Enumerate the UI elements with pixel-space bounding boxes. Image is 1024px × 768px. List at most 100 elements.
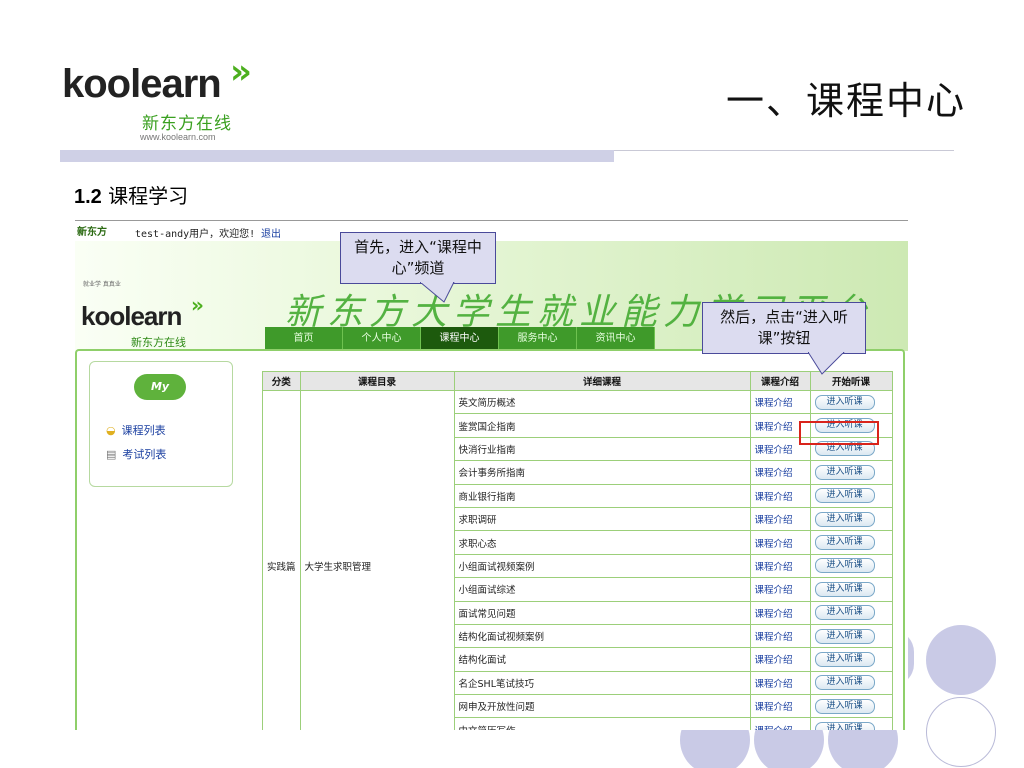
course-intro-link[interactable]: 课程介绍 (755, 609, 793, 620)
document-icon: ▤ (106, 447, 117, 461)
callout-step-one-tail (420, 282, 455, 303)
enter-listen-button[interactable]: 进入听课 (814, 651, 875, 667)
nav-tab-news[interactable]: 资讯中心 (577, 327, 655, 351)
koolearn-logo: koolearn » 新东方在线 www.koolearn.com (62, 52, 262, 147)
listen-cell: 进入听课 (809, 577, 893, 602)
nav-tab-service[interactable]: 服务中心 (499, 327, 577, 351)
slide-title: 一、课程中心 (725, 79, 966, 123)
course-name-cell: 求职心态 (453, 530, 751, 555)
course-intro-link[interactable]: 课程介绍 (755, 726, 793, 730)
enter-listen-button[interactable]: 进入听课 (814, 698, 875, 714)
logout-link[interactable]: 退出 (261, 225, 281, 240)
course-intro-link[interactable]: 课程介绍 (755, 445, 793, 456)
intro-cell: 课程介绍 (749, 389, 811, 415)
intro-cell: 课程介绍 (749, 647, 811, 672)
nav-tab-home[interactable]: 首页 (265, 327, 343, 351)
intro-cell: 课程介绍 (749, 600, 811, 625)
course-intro-link[interactable]: 课程介绍 (755, 492, 793, 503)
title-underline-bar (60, 150, 614, 162)
decor-circle (926, 625, 996, 695)
title-rule (614, 150, 954, 151)
course-name-cell: 快消行业指南 (453, 436, 751, 462)
folder-icon: ◒ (106, 423, 116, 437)
course-name-cell: 中文简历写作 (453, 717, 751, 730)
listen-cell: 进入听课 (809, 460, 893, 485)
course-intro-link[interactable]: 课程介绍 (755, 539, 793, 550)
listen-cell: 进入听课 (809, 553, 893, 579)
course-name-cell: 会计事务所指南 (453, 460, 751, 485)
enter-listen-button[interactable]: 进入听课 (814, 488, 875, 504)
enter-listen-button[interactable]: 进入听课 (814, 558, 875, 574)
main-nav: 首页 个人中心 课程中心 服务中心 资讯中心 (265, 327, 655, 351)
course-name-cell: 面试常见问题 (453, 600, 751, 625)
banner-chevron-icon: » (191, 293, 204, 317)
listen-cell: 进入听课 (809, 530, 893, 555)
banner-brand[interactable]: koolearn (81, 301, 182, 332)
intro-cell: 课程介绍 (749, 717, 811, 730)
nav-tab-courses[interactable]: 课程中心 (421, 327, 499, 351)
banner-small-tag: 就业学 真真业 (83, 281, 121, 288)
website-screenshot: 新东方 test-andy用户，欢迎您! 退出 就业学 真真业 koolearn… (75, 220, 908, 730)
nav-tab-personal[interactable]: 个人中心 (343, 327, 421, 351)
course-name-cell: 小组面试视频案例 (453, 553, 751, 579)
enter-listen-button[interactable]: 进入听课 (814, 605, 875, 621)
col-header-directory: 课程目录 (299, 371, 455, 391)
sidebar-item-label: 课程列表 (121, 424, 166, 437)
col-header-detail: 详细课程 (453, 371, 751, 391)
course-intro-link[interactable]: 课程介绍 (755, 702, 793, 713)
course-name-cell: 名企SHL笔试技巧 (453, 670, 751, 696)
sidebar-item-course-list[interactable]: ◒ 课程列表 (106, 422, 166, 438)
course-intro-link[interactable]: 课程介绍 (755, 562, 793, 573)
callout-step-two-tail (808, 352, 845, 375)
listen-cell: 进入听课 (809, 670, 893, 696)
logo-cn-text: 新东方在线 (142, 114, 232, 134)
enter-listen-button[interactable]: 进入听课 (814, 722, 875, 730)
course-intro-link[interactable]: 课程介绍 (755, 422, 793, 433)
enter-listen-button[interactable]: 进入听课 (814, 675, 875, 691)
intro-cell: 课程介绍 (749, 483, 811, 508)
listen-cell: 进入听课 (809, 389, 893, 415)
listen-cell: 进入听课 (809, 623, 893, 649)
intro-cell: 课程介绍 (749, 530, 811, 555)
course-name-cell: 求职调研 (453, 506, 751, 532)
listen-cell: 进入听课 (809, 506, 893, 532)
course-intro-link[interactable]: 课程介绍 (755, 655, 793, 666)
myzone-badge: My Zone (134, 374, 186, 419)
intro-cell: 课程介绍 (749, 577, 811, 602)
enter-listen-button[interactable]: 进入听课 (814, 535, 875, 551)
intro-cell: 课程介绍 (749, 623, 811, 649)
course-name-cell: 商业银行指南 (453, 483, 751, 508)
listen-cell: 进入听课 (809, 600, 893, 625)
course-intro-link[interactable]: 课程介绍 (755, 468, 793, 479)
course-name-cell: 结构化面试视频案例 (453, 623, 751, 649)
course-intro-link[interactable]: 课程介绍 (755, 398, 793, 409)
course-intro-link[interactable]: 课程介绍 (755, 515, 793, 526)
decor-circle (926, 697, 996, 767)
callout-step-one: 首先，进入“课程中心”频道 (340, 232, 496, 284)
intro-cell: 课程介绍 (749, 553, 811, 579)
sidebar: My Zone ◒ 课程列表 ▤ 考试列表 (89, 361, 233, 487)
course-name-cell: 网申及开放性问题 (453, 694, 751, 719)
sidebar-item-label: 考试列表 (122, 448, 167, 461)
logo-url-text: www.koolearn.com (140, 132, 216, 142)
enter-listen-button[interactable]: 进入听课 (814, 511, 875, 527)
course-table: 分类 课程目录 详细课程 课程介绍 开始听课 实践篇 大学生求职管理 英文简历概述课… (262, 371, 893, 730)
enter-listen-button[interactable]: 进入听课 (814, 464, 875, 480)
intro-cell: 课程介绍 (749, 694, 811, 719)
sidebar-item-exam-list[interactable]: ▤ 考试列表 (106, 446, 166, 462)
course-intro-link[interactable]: 课程介绍 (755, 632, 793, 643)
course-name-cell: 小组面试综述 (453, 577, 751, 602)
welcome-text: test-andy用户，欢迎您! (135, 229, 256, 240)
listen-cell: 进入听课 (809, 694, 893, 719)
listen-cell: 进入听课 (809, 483, 893, 508)
listen-cell: 进入听课 (809, 717, 893, 730)
course-intro-link[interactable]: 课程介绍 (755, 585, 793, 596)
enter-listen-button[interactable]: 进入听课 (814, 628, 875, 644)
intro-cell: 课程介绍 (749, 506, 811, 532)
col-header-intro: 课程介绍 (749, 371, 811, 391)
enter-listen-button[interactable]: 进入听课 (814, 581, 875, 597)
logo-chevron-icon: » (230, 52, 252, 92)
course-intro-link[interactable]: 课程介绍 (755, 679, 793, 690)
enter-listen-button[interactable]: 进入听课 (814, 394, 875, 410)
banner-brand-cn: 新东方在线 (131, 336, 186, 349)
